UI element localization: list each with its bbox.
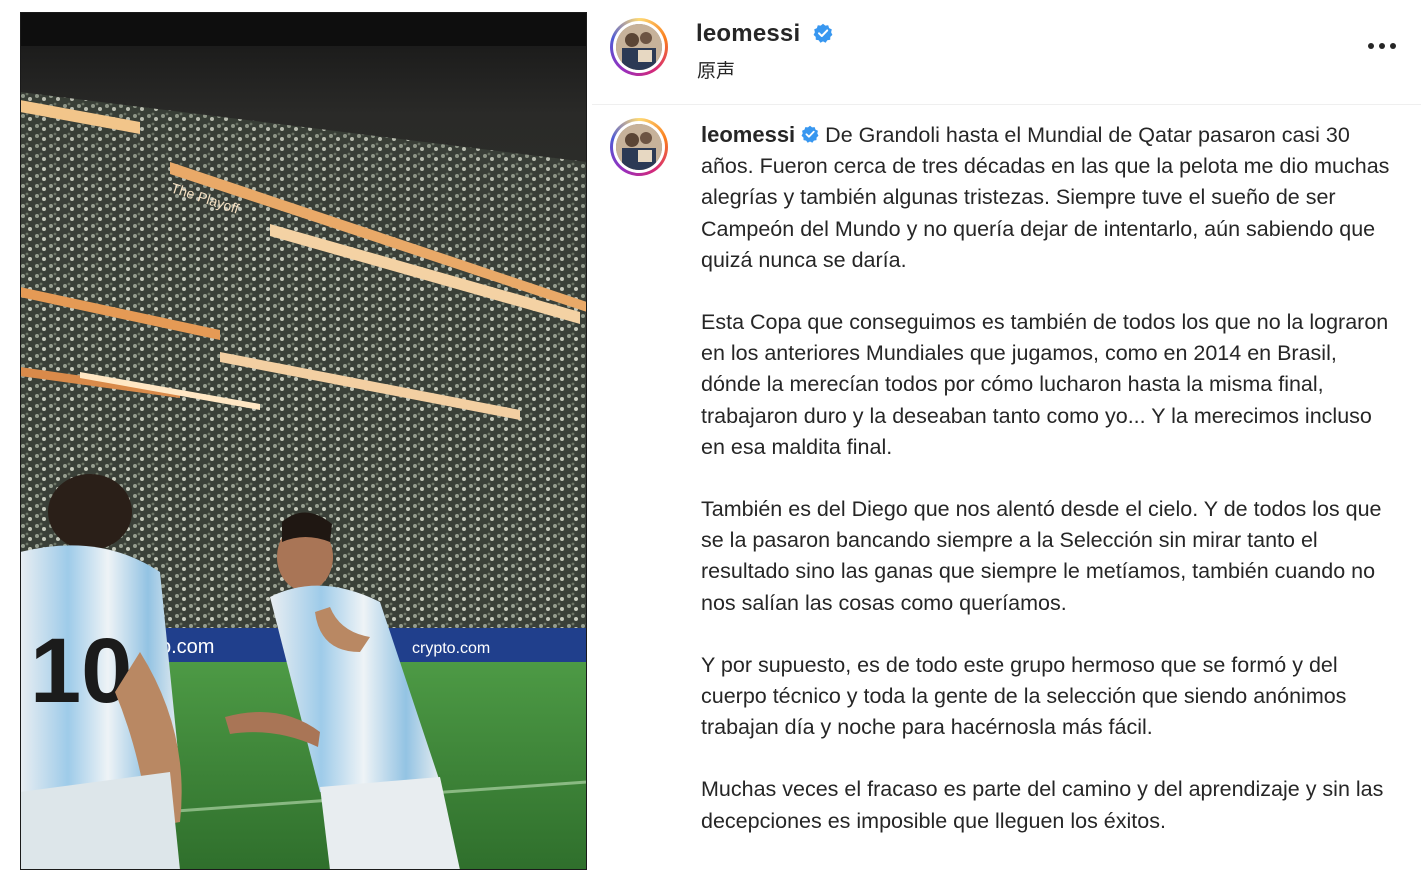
post-panel: leomessi 原声 leomessi De Grandoli hasta e… xyxy=(592,0,1421,888)
audio-label[interactable]: 原声 xyxy=(697,56,735,83)
board-text-3: crypto.com xyxy=(412,640,490,657)
avatar-image xyxy=(616,24,662,70)
caption-text: De Grandoli hasta el Mundial de Qatar pa… xyxy=(701,123,1390,272)
caption-paragraph: Esta Copa que conseguimos es también de … xyxy=(701,310,1389,459)
caption-paragraph: También es del Diego que nos alentó desd… xyxy=(701,497,1382,615)
jersey-number: 10 xyxy=(30,620,132,722)
caption-paragraph: Muchas veces el fracaso es parte del cam… xyxy=(701,777,1384,833)
username-text[interactable]: leomessi xyxy=(696,20,800,47)
profile-avatar[interactable] xyxy=(610,18,668,76)
verified-badge-icon xyxy=(813,23,833,43)
caption-paragraph: leomessi De Grandoli hasta el Mundial de … xyxy=(701,119,1391,276)
post-caption: leomessi De Grandoli hasta el Mundial de … xyxy=(701,119,1391,868)
post-video[interactable]: The Playoff ito.com crypto.com 10 xyxy=(20,12,587,870)
stadium-scene-image: The Playoff ito.com crypto.com 10 xyxy=(20,12,587,870)
instagram-post: The Playoff ito.com crypto.com 10 leomes… xyxy=(0,0,1421,888)
caption-paragraph: Y por supuesto, es de todo este grupo he… xyxy=(701,652,1347,740)
more-horizontal-icon xyxy=(1368,43,1396,49)
caption-avatar[interactable] xyxy=(610,118,668,176)
post-header: leomessi 原声 xyxy=(592,0,1421,105)
verified-badge-icon xyxy=(801,125,819,143)
avatar-image xyxy=(616,124,662,170)
header-username[interactable]: leomessi xyxy=(696,20,833,48)
caption-username[interactable]: leomessi xyxy=(701,122,795,147)
more-options-button[interactable] xyxy=(1365,34,1399,58)
